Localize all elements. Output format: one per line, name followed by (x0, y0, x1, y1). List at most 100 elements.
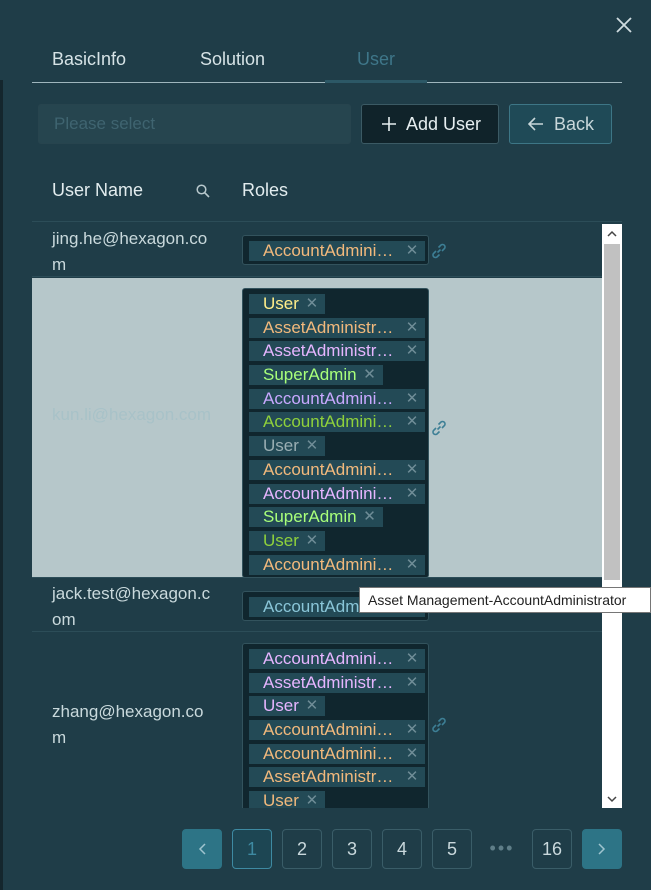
tab-solution[interactable]: Solution (180, 40, 325, 83)
role-tag-label: AccountAdministrator (263, 649, 399, 668)
role-tag: AccountAdministrator✕ (249, 412, 428, 433)
role-tag-label: AssetAdministrator (263, 672, 399, 692)
search-icon[interactable] (196, 182, 212, 198)
page-16[interactable]: 16 (532, 829, 572, 869)
user-select[interactable]: Please select (38, 104, 351, 144)
role-tag: AccountAdministrator✕ (249, 649, 428, 669)
page-ellipsis[interactable]: ••• (482, 829, 522, 869)
remove-tag-icon[interactable]: ✕ (399, 389, 425, 409)
role-tag-label: AccountAdministrator (263, 241, 399, 260)
remove-tag-icon[interactable]: ✕ (399, 412, 425, 432)
user-name-cell: jing.he@hexagon.com (52, 229, 208, 274)
arrow-left-icon (528, 117, 544, 131)
page-3[interactable]: 3 (332, 829, 372, 869)
role-tag-label: AssetAdministrator (263, 317, 399, 337)
remove-tag-icon[interactable]: ✕ (399, 767, 425, 787)
remove-tag-icon[interactable]: ✕ (399, 341, 425, 361)
role-tag-label: SuperAdmin (263, 507, 357, 527)
link-icon[interactable] (430, 716, 448, 734)
back-button[interactable]: Back (509, 104, 612, 144)
role-tag: AssetAdministrator ✕ (249, 767, 428, 788)
remove-tag-icon[interactable]: ✕ (299, 294, 325, 314)
role-tag: AccountAdministrator✕ (249, 459, 428, 480)
link-icon[interactable] (430, 419, 448, 437)
user-name-cell: zhang@hexagon.com (52, 702, 204, 747)
remove-tag-icon[interactable]: ✕ (399, 318, 425, 338)
page-4[interactable]: 4 (382, 829, 422, 869)
pagination: 1 2 3 4 5 ••• 16 (182, 829, 622, 869)
role-tag-label: User (263, 294, 299, 313)
remove-tag-icon[interactable]: ✕ (399, 555, 425, 575)
role-tag: AccountAdministrator✕ (249, 554, 428, 575)
table-row: jing.he@hexagon.com AccountAdministrator… (32, 224, 602, 277)
role-tag-label: User (263, 530, 299, 550)
role-tag: AccountAdministrator✕ (249, 241, 428, 261)
role-tag: User ✕ (249, 436, 428, 457)
role-tag: User ✕ (249, 791, 428, 808)
close-button[interactable] (611, 12, 637, 38)
table-row: zhang@hexagon.com AccountAdministrator✕A… (32, 633, 602, 808)
prev-page-button[interactable] (182, 829, 222, 869)
role-tag: User ✕ (249, 294, 428, 314)
role-tag-label: AccountAdministrator (263, 459, 399, 479)
remove-tag-icon[interactable]: ✕ (399, 460, 425, 480)
remove-tag-icon[interactable]: ✕ (299, 696, 325, 716)
tab-user[interactable]: User (325, 40, 427, 83)
role-tag: AccountAdministrator✕ (249, 743, 428, 764)
remove-tag-icon[interactable]: ✕ (357, 365, 383, 385)
user-name-cell: kun.li@hexagon.com (52, 405, 212, 424)
role-tag-label: AssetAdministrator (263, 767, 399, 787)
page-1[interactable]: 1 (232, 829, 272, 869)
left-edge-strip (0, 80, 3, 890)
roles-select[interactable]: AccountAdministrator✕ (242, 235, 429, 265)
add-user-button[interactable]: Add User (361, 104, 499, 144)
scroll-up-button[interactable] (602, 224, 622, 242)
role-tag-label: User (263, 791, 299, 808)
role-tag-label: AccountAdministrator (263, 743, 399, 763)
add-user-label: Add User (406, 114, 482, 134)
scrollbar-thumb[interactable] (604, 244, 620, 580)
remove-tag-icon[interactable]: ✕ (399, 720, 425, 740)
tab-bar: BasicInfo Solution User (32, 40, 622, 83)
remove-tag-icon[interactable]: ✕ (399, 649, 425, 669)
tab-basicinfo[interactable]: BasicInfo (32, 40, 180, 83)
role-tag: AccountAdministrator✕ (249, 388, 428, 409)
role-tag-label: AccountAdministrator (263, 412, 399, 432)
remove-tag-icon[interactable]: ✕ (299, 791, 325, 808)
scroll-up-icon (607, 230, 617, 237)
role-tag: User ✕ (249, 696, 428, 717)
remove-tag-icon[interactable]: ✕ (299, 531, 325, 551)
role-tag-label: AccountAdministrator (263, 554, 399, 574)
remove-tag-icon[interactable]: ✕ (357, 507, 383, 527)
role-tag-label: User (263, 436, 299, 456)
chevron-left-icon (198, 843, 206, 855)
user-name-cell: jack.test@hexagon.com (52, 584, 211, 629)
remove-tag-icon[interactable]: ✕ (399, 484, 425, 504)
next-page-button[interactable] (582, 829, 622, 869)
back-label: Back (554, 114, 595, 134)
role-tag-label: AccountAdministrator (263, 388, 399, 408)
remove-tag-icon[interactable]: ✕ (399, 241, 425, 261)
remove-tag-icon[interactable]: ✕ (299, 436, 325, 456)
role-tag-label: AccountAdministrator (263, 720, 399, 740)
remove-tag-icon[interactable]: ✕ (399, 673, 425, 693)
page-5[interactable]: 5 (432, 829, 472, 869)
scroll-down-button[interactable] (602, 790, 622, 808)
plus-icon (382, 117, 396, 131)
tooltip: Asset Management-AccountAdministrator (359, 587, 651, 613)
page-2[interactable]: 2 (282, 829, 322, 869)
roles-select[interactable]: User ✕ AssetAdministrator ✕ AssetAdministrat… (242, 288, 429, 578)
link-icon[interactable] (430, 242, 448, 260)
table-header: User Name Roles (32, 168, 622, 222)
role-tag: SuperAdmin ✕ (249, 365, 428, 386)
select-placeholder: Please select (54, 114, 156, 133)
close-icon (616, 17, 632, 33)
user-table-body: jing.he@hexagon.com AccountAdministrator… (32, 224, 602, 808)
scroll-down-icon (607, 795, 617, 802)
scrollbar[interactable] (602, 224, 622, 808)
toolbar: Please select Add User Back (38, 104, 612, 144)
role-tag-label: SuperAdmin (263, 365, 357, 385)
remove-tag-icon[interactable]: ✕ (399, 744, 425, 764)
role-tag: User ✕ (249, 530, 428, 551)
roles-select[interactable]: AccountAdministrator✕AssetAdministrator✕… (242, 643, 429, 808)
